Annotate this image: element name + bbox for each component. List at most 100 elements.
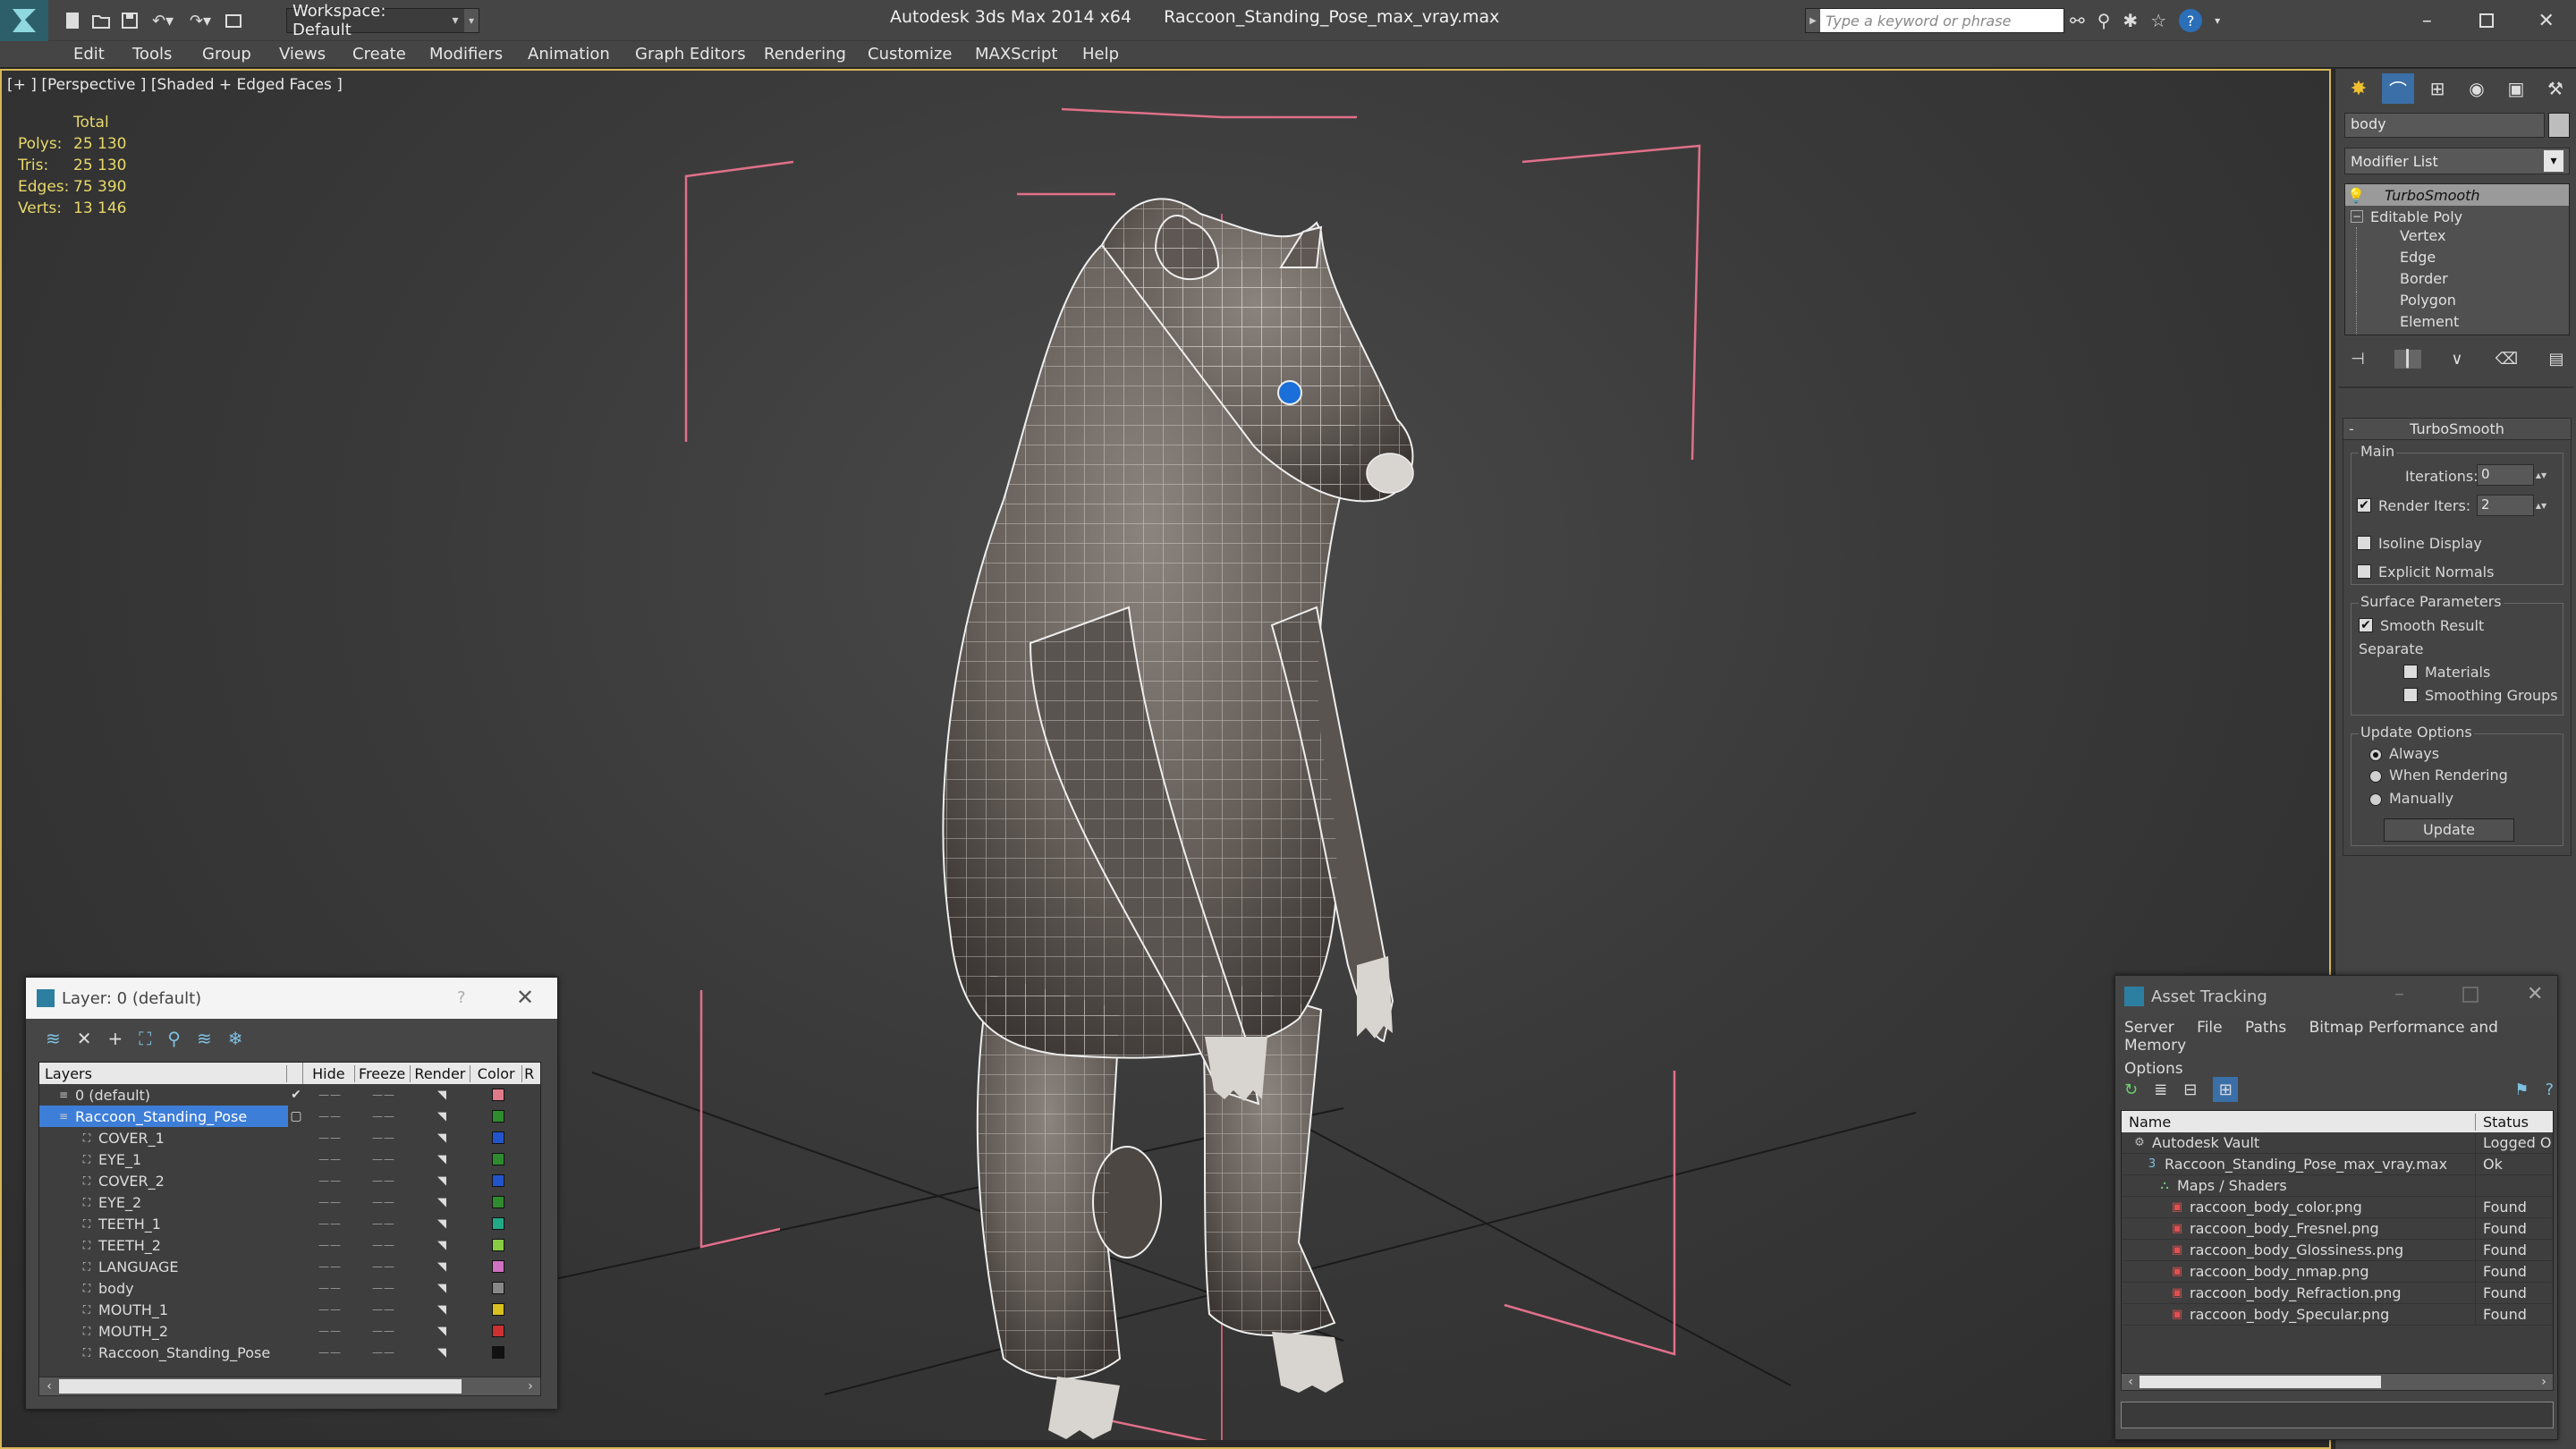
highlight-layer-icon[interactable]: ⚲ <box>167 1028 181 1049</box>
asset-horizontal-scrollbar[interactable]: ‹ › <box>2121 1373 2554 1391</box>
asset-row[interactable]: ▣ raccoon_body_Refraction.png Found <box>2122 1282 2553 1304</box>
column-name[interactable]: Name <box>2122 1113 2476 1131</box>
remove-modifier-icon[interactable]: ⌫ <box>2494 350 2521 369</box>
spinner-arrows-icon[interactable]: ▲▼ <box>2536 464 2546 486</box>
stack-subobject-polygon[interactable]: Polygon <box>2356 292 2569 313</box>
create-tab-icon[interactable]: ✸ <box>2343 73 2375 104</box>
help-dropdown-icon[interactable]: ▾ <box>2215 14 2220 27</box>
layer-freeze-toggle[interactable]: —— <box>356 1282 411 1294</box>
layer-freeze-toggle[interactable]: —— <box>356 1110 411 1123</box>
layer-color-cell[interactable] <box>472 1153 524 1165</box>
layer-color-cell[interactable] <box>472 1346 524 1359</box>
column-hide[interactable]: Hide <box>303 1064 355 1082</box>
render-teapot-icon[interactable]: ◥ <box>411 1153 472 1166</box>
stack-item-editable-poly[interactable]: − Editable Poly <box>2345 206 2569 227</box>
freeze-all-layers-icon[interactable]: ❄ <box>228 1028 243 1049</box>
layer-freeze-toggle[interactable]: —— <box>356 1239 411 1251</box>
layer-row[interactable]: ⛶ body —— —— ◥ <box>39 1277 540 1299</box>
communication-icon[interactable]: ✱ <box>2123 10 2138 31</box>
menu-help[interactable]: Help <box>1082 45 1119 64</box>
column-status[interactable]: Status <box>2476 1114 2529 1131</box>
render-teapot-icon[interactable]: ◥ <box>411 1346 472 1360</box>
project-folder-icon[interactable] <box>224 11 243 30</box>
new-file-icon[interactable] <box>63 11 82 30</box>
open-file-icon[interactable] <box>91 11 111 30</box>
scroll-thumb[interactable] <box>59 1379 462 1394</box>
menu-file[interactable]: File <box>2197 1019 2222 1037</box>
scroll-right-icon[interactable]: › <box>521 1379 540 1394</box>
manually-radio[interactable] <box>2369 793 2382 806</box>
layer-freeze-toggle[interactable]: —— <box>356 1346 411 1359</box>
layer-color-cell[interactable] <box>472 1260 524 1273</box>
maximize-icon[interactable] <box>2457 0 2517 41</box>
layer-color-swatch[interactable] <box>492 1089 504 1101</box>
layer-active-toggle[interactable]: ▢ <box>288 1109 304 1123</box>
layer-row[interactable]: ⛶ TEETH_2 —— —— ◥ <box>39 1234 540 1256</box>
layer-color-swatch[interactable] <box>492 1303 504 1316</box>
layer-color-swatch[interactable] <box>492 1346 504 1359</box>
asset-row[interactable]: ▣ raccoon_body_color.png Found <box>2122 1196 2553 1218</box>
layer-row[interactable]: ⛶ COVER_1 —— —— ◥ <box>39 1127 540 1148</box>
layer-hide-toggle[interactable]: —— <box>304 1131 356 1144</box>
layer-row[interactable]: ⛶ COVER_2 —— —— ◥ <box>39 1170 540 1191</box>
render-teapot-icon[interactable]: ◥ <box>411 1325 472 1338</box>
layer-color-swatch[interactable] <box>492 1282 504 1294</box>
render-teapot-icon[interactable]: ◥ <box>411 1260 472 1274</box>
layer-color-swatch[interactable] <box>492 1239 504 1251</box>
layer-hide-toggle[interactable]: —— <box>304 1260 356 1273</box>
render-teapot-icon[interactable]: ◥ <box>411 1282 472 1295</box>
close-icon[interactable]: ✕ <box>2516 0 2576 41</box>
stack-subobject-vertex[interactable]: Vertex <box>2356 227 2569 249</box>
layer-color-cell[interactable] <box>472 1239 524 1251</box>
refresh-icon[interactable]: ↻ <box>2124 1080 2138 1099</box>
active-layer-check-icon[interactable]: ✔ <box>288 1088 304 1102</box>
create-layer-icon[interactable]: ≋ <box>46 1028 61 1049</box>
object-color-swatch[interactable] <box>2548 113 2570 138</box>
render-teapot-icon[interactable]: ◥ <box>411 1303 472 1317</box>
stack-item-turbosmooth[interactable]: 💡 TurboSmooth <box>2345 184 2569 206</box>
layer-color-swatch[interactable] <box>492 1174 504 1187</box>
layer-horizontal-scrollbar[interactable]: ‹ › <box>38 1377 541 1396</box>
explicit-normals-checkbox[interactable] <box>2357 564 2371 579</box>
scroll-thumb[interactable] <box>2140 1376 2381 1388</box>
layer-color-cell[interactable] <box>472 1303 524 1316</box>
layer-row[interactable]: ⛶ LANGUAGE —— —— ◥ <box>39 1256 540 1277</box>
redo-icon[interactable]: ↷▾ <box>186 11 215 30</box>
layer-row[interactable]: ⛶ MOUTH_2 —— —— ◥ <box>39 1320 540 1342</box>
menu-graph-editors[interactable]: Graph Editors <box>635 45 746 64</box>
menu-bitmap-performance[interactable]: Bitmap Performance and Memory <box>2124 1019 2498 1055</box>
layer-freeze-toggle[interactable]: —— <box>356 1325 411 1337</box>
layer-freeze-toggle[interactable]: —— <box>356 1153 411 1165</box>
hierarchy-tab-icon[interactable]: ⊞ <box>2421 73 2453 104</box>
column-render[interactable]: Render <box>411 1064 471 1082</box>
modifier-list-dropdown[interactable]: Modifier List ▾ <box>2344 148 2570 174</box>
layer-color-swatch[interactable] <box>492 1196 504 1208</box>
layer-row[interactable]: ≡ 0 (default) ✔ —— —— ◥ <box>39 1084 540 1106</box>
menu-paths[interactable]: Paths <box>2245 1019 2286 1037</box>
layer-row[interactable]: ⛶ TEETH_1 —— —— ◥ <box>39 1213 540 1234</box>
layer-color-cell[interactable] <box>472 1174 524 1187</box>
layer-row[interactable]: ≡ Raccoon_Standing_Pose ▢ —— —— ◥ <box>39 1106 540 1127</box>
utilities-tab-icon[interactable]: ⚒ <box>2539 73 2572 104</box>
layer-hide-toggle[interactable]: —— <box>304 1282 356 1294</box>
stack-subobject-edge[interactable]: Edge <box>2356 249 2569 270</box>
asset-row[interactable]: ▣ raccoon_body_nmap.png Found <box>2122 1260 2553 1283</box>
display-tab-icon[interactable]: ▣ <box>2500 73 2532 104</box>
smooth-result-checkbox[interactable]: ✔ <box>2359 618 2373 632</box>
scroll-left-icon[interactable]: ‹ <box>2122 1375 2140 1389</box>
scroll-right-icon[interactable]: › <box>2535 1375 2553 1389</box>
menu-rendering[interactable]: Rendering <box>764 45 846 64</box>
render-teapot-icon[interactable]: ◥ <box>411 1131 472 1145</box>
layer-color-swatch[interactable] <box>492 1153 504 1165</box>
menu-views[interactable]: Views <box>279 45 326 64</box>
binoculars-icon[interactable]: ⚯ <box>2070 10 2085 31</box>
column-layers[interactable]: Layers <box>39 1064 288 1082</box>
menu-animation[interactable]: Animation <box>528 45 610 64</box>
menu-options[interactable]: Options <box>2124 1060 2554 1078</box>
layer-row[interactable]: ⛶ MOUTH_1 —— —— ◥ <box>39 1299 540 1320</box>
layer-hide-toggle[interactable]: —— <box>304 1325 356 1337</box>
minimize-icon[interactable]: – <box>2397 0 2457 41</box>
layer-color-swatch[interactable] <box>492 1325 504 1337</box>
menu-modifiers[interactable]: Modifiers <box>429 45 503 64</box>
layer-color-cell[interactable] <box>472 1217 524 1230</box>
